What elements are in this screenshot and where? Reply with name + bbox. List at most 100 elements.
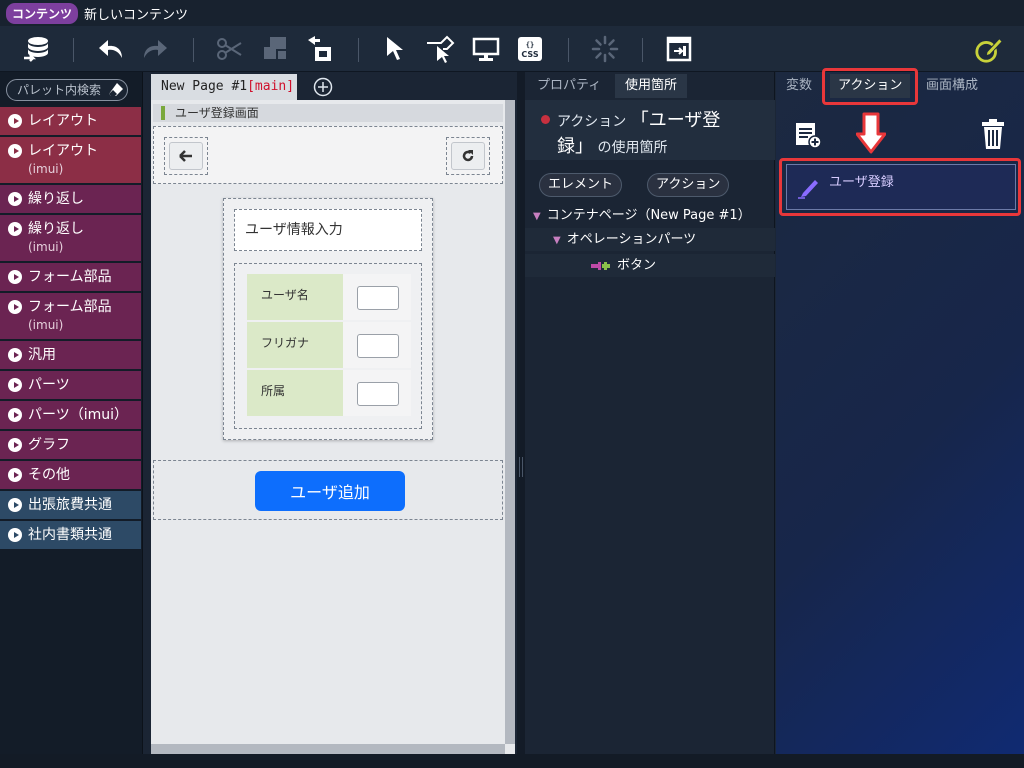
palette-item[interactable]: パーツ（imui）: [0, 401, 141, 429]
status-bar: [0, 754, 1024, 768]
eraser-icon[interactable]: [108, 82, 124, 98]
usage-header-name-close: 録」: [557, 136, 593, 157]
play-circle-icon: [8, 192, 22, 206]
trash-icon[interactable]: [980, 118, 1006, 150]
tree-item-label: ボタン: [617, 258, 657, 273]
tab-page-name: New Page #1: [161, 79, 248, 94]
export-icon[interactable]: [664, 34, 694, 64]
play-circle-icon: [8, 498, 22, 512]
palette-item-sublabel: (imui): [28, 318, 64, 332]
form-row-furigana: フリガナ: [247, 322, 411, 368]
new-action-icon[interactable]: [794, 120, 824, 150]
palette-item[interactable]: フォーム部品 (imui): [0, 293, 141, 339]
header-container[interactable]: [153, 126, 503, 184]
palette-panel: パレット内検索 レイアウト レイアウト (imui) 繰り返し 繰り返し (imui) フォ…: [0, 72, 143, 754]
tab-variables[interactable]: 変数: [778, 74, 820, 98]
add-user-button[interactable]: ユーザ追加: [255, 471, 405, 511]
palette-item-label: 繰り返し: [28, 191, 84, 207]
editor-panel: New Page #1[main] ユーザ登録画面 ユーザ情報入力 ユーザ名 フ…: [143, 72, 517, 754]
palette-item[interactable]: 出張旅費共通: [0, 491, 141, 519]
usage-header-name-open: 「ユーザ登: [630, 110, 721, 131]
properties-panel: プロパティ 使用箇所 アクション 「ユーザ登 録」 の使用箇所 エレメント アク…: [525, 72, 775, 754]
copy-icon: [260, 34, 290, 64]
usage-header: アクション 「ユーザ登 録」 の使用箇所: [525, 100, 775, 160]
tree-item-operation-parts[interactable]: ▼ オペレーションパーツ: [525, 228, 775, 251]
palette-item[interactable]: 繰り返し (imui): [0, 215, 141, 261]
tab-screen-structure[interactable]: 画面構成: [918, 74, 986, 98]
form-grid[interactable]: ユーザ名 フリガナ 所属: [234, 263, 422, 429]
palette-item[interactable]: フォーム部品: [0, 263, 141, 291]
css-icon[interactable]: {} CSS: [515, 34, 545, 64]
svg-text:{}: {}: [526, 41, 534, 49]
tree-item-button[interactable]: ボタン: [525, 254, 775, 277]
panel-splitter[interactable]: [517, 72, 525, 754]
select-area-icon[interactable]: [425, 34, 455, 64]
filter-chip-action[interactable]: アクション: [647, 173, 730, 197]
undo-icon[interactable]: [96, 34, 126, 64]
palette-item[interactable]: その他: [0, 461, 141, 489]
palette-item[interactable]: レイアウト: [0, 107, 141, 135]
play-circle-icon: [8, 408, 22, 422]
toolbar: {} CSS: [0, 26, 1024, 72]
play-circle-icon: [8, 468, 22, 482]
furigana-input[interactable]: [357, 334, 399, 358]
play-circle-icon: [8, 528, 22, 542]
tab-usage[interactable]: 使用箇所: [615, 74, 688, 98]
svg-text:CSS: CSS: [521, 50, 538, 59]
palette-item[interactable]: レイアウト (imui): [0, 137, 141, 183]
palette-item-label: フォーム部品: [28, 269, 112, 285]
highlight-actions-tab: [822, 68, 918, 105]
play-circle-icon: [8, 222, 22, 236]
palette-item[interactable]: 社内書類共通: [0, 521, 141, 549]
palette-item[interactable]: グラフ: [0, 431, 141, 459]
palette-item[interactable]: 汎用: [0, 341, 141, 369]
palette-item-label: 出張旅費共通: [28, 497, 112, 513]
vertical-scrollbar[interactable]: [505, 100, 515, 744]
edit-mode-icon[interactable]: [974, 34, 1004, 64]
field-label: ユーザ名: [247, 274, 343, 320]
palette-item[interactable]: 繰り返し: [0, 185, 141, 213]
palette-item-label: レイアウト: [28, 113, 98, 129]
filter-chip-element[interactable]: エレメント: [539, 173, 623, 197]
reload-button[interactable]: [446, 137, 490, 175]
user-form-container[interactable]: ユーザ情報入力 ユーザ名 フリガナ 所属: [223, 198, 433, 440]
screen-label-text: ユーザ登録画面: [175, 106, 259, 120]
arrow-down-icon: [855, 112, 887, 154]
arrow-left-icon: [179, 150, 192, 162]
play-circle-icon: [8, 114, 22, 128]
paste-icon[interactable]: [305, 34, 335, 64]
palette-list: レイアウト レイアウト (imui) 繰り返し 繰り返し (imui) フォーム部品 フォーム…: [0, 107, 141, 551]
monitor-icon[interactable]: [471, 34, 501, 64]
form-row-username: ユーザ名: [247, 274, 411, 320]
title-bar: コンテンツ 新しいコンテンツ: [0, 0, 1024, 26]
play-circle-icon: [8, 270, 22, 284]
department-input[interactable]: [357, 382, 399, 406]
field-label: フリガナ: [247, 322, 343, 368]
redo-icon: [140, 34, 170, 64]
palette-item[interactable]: パーツ: [0, 371, 141, 399]
usage-header-suffix: の使用箇所: [597, 140, 668, 156]
button-container[interactable]: ユーザ追加: [153, 460, 503, 520]
tab-new-page[interactable]: New Page #1[main]: [151, 74, 297, 100]
database-icon[interactable]: [22, 34, 52, 64]
scissors-icon: [214, 34, 244, 64]
field-label: 所属: [247, 370, 343, 416]
play-circle-icon: [8, 300, 22, 314]
usage-header-prefix: アクション: [557, 114, 627, 130]
horizontal-scrollbar[interactable]: [151, 744, 505, 754]
username-input[interactable]: [357, 286, 399, 310]
add-page-icon[interactable]: [313, 77, 333, 97]
tab-page-mode: [main]: [247, 79, 295, 94]
form-title[interactable]: ユーザ情報入力: [234, 209, 422, 251]
palette-item-label: グラフ: [28, 437, 70, 453]
design-canvas[interactable]: ユーザ登録画面 ユーザ情報入力 ユーザ名 フリガナ 所属 ユーザ追加: [151, 100, 515, 754]
palette-item-label: レイアウト: [28, 143, 98, 159]
play-circle-icon: [8, 348, 22, 362]
play-circle-icon: [8, 378, 22, 392]
tab-properties[interactable]: プロパティ: [527, 74, 611, 98]
cursor-icon[interactable]: [380, 34, 410, 64]
play-circle-icon: [8, 438, 22, 452]
tree-item-container-page[interactable]: ▼ コンテナページ（New Page #1）: [525, 204, 775, 227]
highlight-action-item: [779, 158, 1021, 216]
back-button[interactable]: [164, 137, 208, 175]
